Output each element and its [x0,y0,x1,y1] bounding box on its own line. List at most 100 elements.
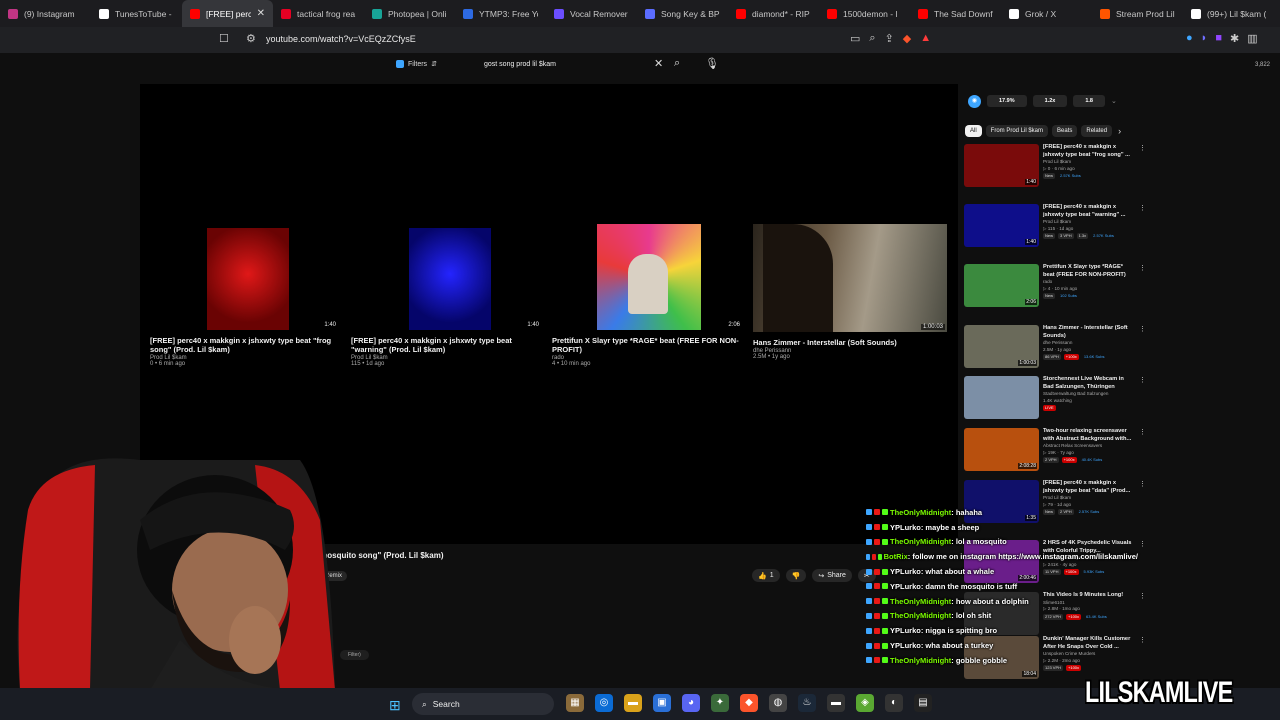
more-options-icon[interactable]: ⋮ [1139,204,1146,212]
taskbar-app-icon[interactable]: ▦ [566,694,584,712]
browser-tab[interactable]: The Sad Downfa [910,0,1001,27]
recommendation-item[interactable]: 2:06 Prettifun X Slayr type *RAGE* beat (… [964,264,1146,312]
more-options-icon[interactable]: ⋮ [1139,636,1146,644]
chevron-right-icon[interactable]: › [1118,126,1121,136]
speed-chip[interactable]: 1.2x [1032,95,1068,107]
youtube-badge-icon [874,598,880,605]
discord-icon[interactable]: ◕ [682,694,700,712]
twitch-badge-icon [866,642,872,649]
taskbar-app-icon[interactable]: ◈ [856,694,874,712]
copilot-icon[interactable]: ◎ [595,694,613,712]
recommendation-item[interactable]: 2:08:28 Two-hour relaxing screensaver wit… [964,428,1146,476]
windows-start-icon[interactable]: ⊞ [389,697,401,714]
chip-from-channel[interactable]: From Prod Lil $kam [985,125,1049,137]
browser-tab[interactable]: [FREE] perc4 ✕ [182,0,273,27]
browser-tab[interactable]: (99+) Lil $kam (@ [1183,0,1274,27]
duration-badge: 2:06 [1025,299,1037,305]
stat-badge: 40.4K Subs [1081,457,1103,462]
recommendation-item[interactable]: Storchennest Live Webcam in Bad Salzunge… [964,376,1146,424]
cast-icon[interactable]: ▭ [850,32,860,45]
browser-tab[interactable]: Stream Prod Lil [1092,0,1183,27]
url-field[interactable]: youtube.com/watch?v=VcEQzZCfysE [266,34,416,44]
close-icon[interactable]: ✕ [654,57,663,70]
speed-chip[interactable]: 1.8 [1073,95,1105,107]
twitch-icon[interactable]: ■ [1215,32,1222,45]
recommendation-thumbnail: 2:06 [964,264,1039,307]
dislike-button[interactable]: 👎 [785,569,807,582]
search-icon[interactable]: ⌕ [674,57,680,70]
shield-icon[interactable]: ◆ [903,32,911,45]
more-options-icon[interactable]: ⋮ [1139,592,1146,600]
browser-tab[interactable]: Song Key & BPM [637,0,728,27]
taskbar-app-icon[interactable]: ▤ [914,694,932,712]
more-options-icon[interactable]: ⋮ [1139,376,1146,384]
recommendation-thumbnail: 1:40 [964,204,1039,247]
speed-chip[interactable]: 17.9% [987,95,1027,107]
browser-tab[interactable]: TunesToTube - l [91,0,182,27]
site-info-icon[interactable]: ⚙ [246,32,256,45]
chip-related[interactable]: Related [1081,125,1113,137]
youtube-badge-icon [874,524,880,531]
twitch-badge-icon [866,612,872,619]
zoom-icon[interactable]: ⌕ [869,32,875,45]
taskbar-app-icon[interactable]: ✦ [711,694,729,712]
recommendation-item[interactable]: 1:00:03 Hans Zimmer - Interstellar (Soft … [964,325,1146,373]
rewards-icon[interactable]: ▲ [920,32,931,45]
file-explorer-icon[interactable]: ▬ [624,694,642,712]
taskbar-search[interactable]: ⌕ Search [412,693,554,715]
filters-button[interactable]: Filters ⇵ [396,60,437,68]
bookmark-icon[interactable]: ☐ [219,32,229,45]
more-options-icon[interactable]: ⋮ [1139,144,1146,152]
more-options-icon[interactable]: ⋮ [1139,480,1146,488]
like-button[interactable]: 👍 1 [752,569,780,582]
extension-logo-icon[interactable]: ◉ [968,94,981,108]
taskbar-app-icon[interactable]: ◐ [885,694,903,712]
tab-label: Photopea | Onli [388,8,447,19]
obs-icon[interactable]: ◍ [769,694,787,712]
search-input[interactable]: gost song prod lil $kam [478,56,664,76]
browser-tab[interactable]: YTMP3: Free You [455,0,546,27]
browser-tab[interactable]: diamond* - RIP [728,0,819,27]
recommendation-meta: 1.4K watching [1043,397,1072,403]
endscreen-title: [FREE] perc40 x makkgin x jshxwty type b… [150,336,332,354]
browser-tab[interactable]: (9) Instagram [0,0,91,27]
more-options-icon[interactable]: ⋮ [1139,325,1146,333]
chip-beats[interactable]: Beats [1052,125,1078,137]
steam-icon[interactable]: ♨ [798,694,816,712]
browser-tab[interactable]: Grok / X [1001,0,1092,27]
store-icon[interactable]: ▣ [653,694,671,712]
extension-icon[interactable]: ◗ [1201,32,1208,45]
browser-tab[interactable]: Vocal Remover a [546,0,637,27]
endscreen-card[interactable]: 2:06 Prettifun X Slayr type *RAGE* beat … [552,224,744,367]
microphone-icon[interactable]: 🎙 [705,57,719,70]
tab-close-icon[interactable]: ✕ [257,8,265,19]
browser-tab[interactable]: 1500demon - l [819,0,910,27]
browser-tab[interactable]: tactical frog rea [273,0,364,27]
recommendation-item[interactable]: 1:40 [FREE] perc40 x makkgin x jshxwty ty… [964,204,1146,252]
recommendation-meta: ▷ 0 · 6 min ago [1043,165,1075,171]
endscreen-card[interactable]: 1:40 [FREE] perc40 x makkgin x jshxwty t… [150,224,340,367]
more-options-icon[interactable]: ⋮ [1139,540,1146,548]
share-icon[interactable]: ⇪ [885,32,894,45]
recommendation-item[interactable]: 1:40 [FREE] perc40 x makkgin x jshxwty ty… [964,144,1146,192]
browser-tab[interactable]: Photopea | Onli [364,0,455,27]
chat-message: YPLurko: what about a whale [866,564,1138,579]
more-options-icon[interactable]: ⋮ [1139,264,1146,272]
chat-message: TheOnlyMidnight: hahaha [866,505,1138,520]
chat-text: : hahaha [951,507,983,517]
extension-icon[interactable]: ● [1186,32,1193,45]
chip-all[interactable]: All [965,125,982,137]
chevron-down-icon[interactable]: ⌄ [1111,97,1117,105]
taskbar-app-icon[interactable]: ▬ [827,694,845,712]
tab-favicon-icon [372,8,382,19]
brave-icon[interactable]: ◆ [740,694,758,712]
endscreen-card[interactable]: 1:40 [FREE] perc40 x makkgin x jshxwty t… [351,224,543,367]
sidebar-icon[interactable]: ▥ [1247,32,1257,45]
endscreen-card[interactable]: 1:00:03 Hans Zimmer - Interstellar (Soft… [753,224,947,360]
stat-badge: 2 VPH [1043,457,1059,463]
share-icon: ↪ [818,572,825,580]
filter-chip[interactable]: Filter) [340,650,369,660]
share-button[interactable]: ↪ Share [812,569,852,582]
extensions-menu-icon[interactable]: ✱ [1230,32,1239,45]
more-options-icon[interactable]: ⋮ [1139,428,1146,436]
